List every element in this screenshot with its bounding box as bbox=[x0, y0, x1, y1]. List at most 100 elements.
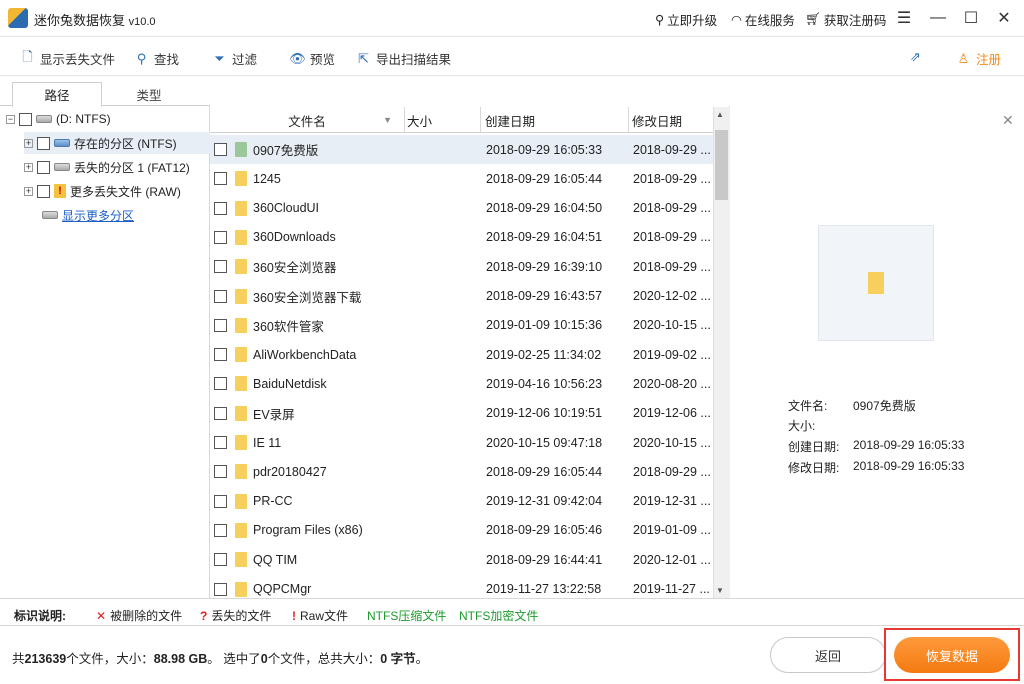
find-button[interactable]: ⚲ 查找 bbox=[134, 49, 179, 68]
show-more-partitions-label[interactable]: 显示更多分区 bbox=[62, 207, 134, 224]
scroll-down-icon[interactable]: ▼ bbox=[716, 586, 724, 595]
file-name-cell: BaiduNetdisk bbox=[253, 376, 327, 391]
table-row[interactable]: IE 11 2020-10-15 09:47:18 2020-10-15 ... bbox=[210, 428, 713, 457]
lost-question-icon: ? bbox=[200, 608, 208, 623]
row-checkbox[interactable] bbox=[214, 143, 227, 156]
modified-date-cell: 2020-10-15 ... bbox=[633, 435, 711, 450]
table-row[interactable]: 360安全浏览器 2018-09-29 16:39:10 2018-09-29 ..… bbox=[210, 252, 713, 281]
app-title: 迷你兔数据恢复 v10.0 bbox=[34, 13, 156, 28]
maximize-button[interactable]: ☐ bbox=[957, 6, 985, 30]
recover-data-button[interactable]: 恢复数据 bbox=[894, 637, 1010, 673]
modified-date-cell: 2018-09-29 ... bbox=[633, 464, 711, 479]
folder-icon bbox=[235, 493, 247, 509]
preview-name-value: 0907免费版 bbox=[853, 399, 916, 413]
folder-icon bbox=[235, 405, 247, 421]
modified-date-cell: 2018-09-29 ... bbox=[633, 201, 711, 216]
tree-item-existing-partition[interactable]: + 存在的分区 (NTFS) bbox=[24, 132, 210, 154]
table-row[interactable]: QQ TIM 2018-09-29 16:44:41 2020-12-01 ... bbox=[210, 545, 713, 574]
export-scan-results-button[interactable]: ⇱ 导出扫描结果 bbox=[356, 49, 451, 68]
modified-date-cell: 2019-11-27 ... bbox=[633, 582, 710, 596]
folder-icon bbox=[235, 288, 247, 304]
table-row[interactable]: 360安全浏览器下载 2018-09-29 16:43:57 2020-12-02 … bbox=[210, 282, 713, 311]
folder-icon bbox=[235, 259, 247, 275]
row-checkbox[interactable] bbox=[214, 553, 227, 567]
close-preview-icon[interactable]: ✕ bbox=[1002, 112, 1014, 129]
online-service-link[interactable]: ◠ 在线服务 bbox=[731, 10, 795, 29]
scroll-up-icon[interactable]: ▲ bbox=[716, 110, 724, 119]
table-row[interactable]: AliWorkbenchData 2019-02-25 11:34:02 2019-… bbox=[210, 340, 713, 369]
back-button[interactable]: 返回 bbox=[770, 637, 886, 673]
expand-icon[interactable]: + bbox=[24, 138, 33, 148]
show-lost-files-button[interactable]: 🗋︎ 显示丢失文件 bbox=[20, 49, 115, 68]
tree-root[interactable]: − (D: NTFS) bbox=[6, 108, 111, 130]
column-header-size[interactable]: 大小 bbox=[405, 107, 481, 133]
tree-item-label: 更多丢失文件 (RAW) bbox=[70, 184, 181, 199]
file-name-cell: AliWorkbenchData bbox=[253, 347, 357, 362]
register-button[interactable]: ♙ 注册 bbox=[956, 49, 1001, 68]
table-row[interactable]: 360CloudUI 2018-09-29 16:04:50 2018-09-29 … bbox=[210, 194, 713, 223]
sort-arrow-icon: ▼ bbox=[383, 115, 392, 125]
tab-path[interactable]: 路径 bbox=[12, 82, 102, 107]
row-checkbox[interactable] bbox=[214, 436, 227, 449]
column-header-created[interactable]: 创建日期 bbox=[481, 107, 629, 133]
tree-item-lost-partition[interactable]: + 丢失的分区 1 (FAT12) bbox=[24, 156, 190, 178]
row-checkbox[interactable] bbox=[214, 201, 227, 215]
row-checkbox[interactable] bbox=[214, 494, 227, 508]
collapse-icon[interactable]: − bbox=[6, 114, 15, 124]
get-regcode-link[interactable]: 🛒︎ 获取注册码 bbox=[805, 10, 886, 29]
tree-item-checkbox[interactable] bbox=[37, 184, 50, 198]
row-checkbox[interactable] bbox=[214, 377, 227, 391]
row-checkbox[interactable] bbox=[214, 260, 227, 274]
close-button[interactable]: ✕ bbox=[990, 6, 1018, 30]
row-checkbox[interactable] bbox=[214, 523, 227, 537]
table-row[interactable]: Program Files (x86) 2018-09-29 16:05:46 20… bbox=[210, 516, 713, 545]
table-row[interactable]: 360Downloads 2018-09-29 16:04:51 2018-09-2… bbox=[210, 223, 713, 252]
menu-icon[interactable]: ☰ bbox=[890, 6, 918, 30]
row-checkbox[interactable] bbox=[214, 406, 227, 420]
created-date-cell: 2019-04-16 10:56:23 bbox=[486, 376, 603, 391]
row-checkbox[interactable] bbox=[214, 348, 227, 362]
table-row[interactable]: pdr20180427 2018-09-29 16:05:44 2018-09-29… bbox=[210, 457, 713, 486]
filter-button[interactable]: ⏷ 过滤 bbox=[212, 49, 257, 68]
show-more-partitions-link[interactable]: 显示更多分区 bbox=[42, 204, 134, 226]
user-icon: ♙ bbox=[957, 50, 970, 66]
preview-created-label: 创建日期: bbox=[788, 440, 840, 454]
tree-item-checkbox[interactable] bbox=[37, 160, 50, 174]
tree-item-more-lost-files[interactable]: + ! 更多丢失文件 (RAW) bbox=[24, 180, 181, 202]
preview-button[interactable]: 👁︎ 预览 bbox=[289, 49, 335, 68]
table-row[interactable]: 0907免费版 2018-09-29 16:05:33 2018-09-29 ... bbox=[210, 135, 713, 164]
legend-title: 标识说明: bbox=[14, 609, 66, 623]
tree-root-checkbox[interactable] bbox=[19, 112, 32, 126]
tab-type[interactable]: 类型 bbox=[104, 82, 194, 107]
column-header-name[interactable]: 文件名 ▼ bbox=[210, 107, 405, 133]
folder-icon bbox=[235, 581, 247, 597]
row-checkbox[interactable] bbox=[214, 289, 227, 303]
share-button[interactable]: ⇗ bbox=[908, 49, 923, 64]
column-header-modified[interactable]: 修改日期 bbox=[629, 107, 713, 133]
row-checkbox[interactable] bbox=[214, 318, 227, 332]
expand-icon[interactable]: + bbox=[24, 186, 33, 196]
scrollbar-thumb[interactable] bbox=[715, 130, 728, 200]
raw-file-icon: ! bbox=[54, 184, 66, 198]
tree-item-checkbox[interactable] bbox=[37, 136, 50, 150]
table-row[interactable]: 1245 2018-09-29 16:05:44 2018-09-29 ... bbox=[210, 164, 713, 193]
expand-icon[interactable]: + bbox=[24, 162, 33, 172]
folder-icon bbox=[235, 200, 247, 216]
search-icon: ⚲ bbox=[136, 50, 147, 66]
table-row[interactable]: BaiduNetdisk 2019-04-16 10:56:23 2020-08-2… bbox=[210, 369, 713, 398]
modified-date-cell: 2020-08-20 ... bbox=[633, 376, 711, 391]
modified-date-cell: 2018-09-29 ... bbox=[633, 230, 711, 245]
row-checkbox[interactable] bbox=[214, 582, 227, 596]
table-row[interactable]: 360软件管家 2019-01-09 10:15:36 2020-10-15 ... bbox=[210, 311, 713, 340]
upgrade-link[interactable]: ⚲ 立即升级 bbox=[655, 10, 717, 29]
partition-icon bbox=[54, 163, 70, 171]
preview-name-label: 文件名: bbox=[788, 399, 828, 413]
row-checkbox[interactable] bbox=[214, 172, 227, 186]
file-name-cell: IE 11 bbox=[253, 435, 282, 450]
table-row[interactable]: PR-CC 2019-12-31 09:42:04 2019-12-31 ... bbox=[210, 487, 713, 516]
minimize-button[interactable]: — bbox=[924, 6, 952, 30]
row-checkbox[interactable] bbox=[214, 230, 227, 244]
table-row[interactable]: EV录屏 2019-12-06 10:19:51 2019-12-06 ... bbox=[210, 399, 713, 428]
row-checkbox[interactable] bbox=[214, 465, 227, 479]
funnel-icon: ⏷ bbox=[214, 50, 225, 66]
